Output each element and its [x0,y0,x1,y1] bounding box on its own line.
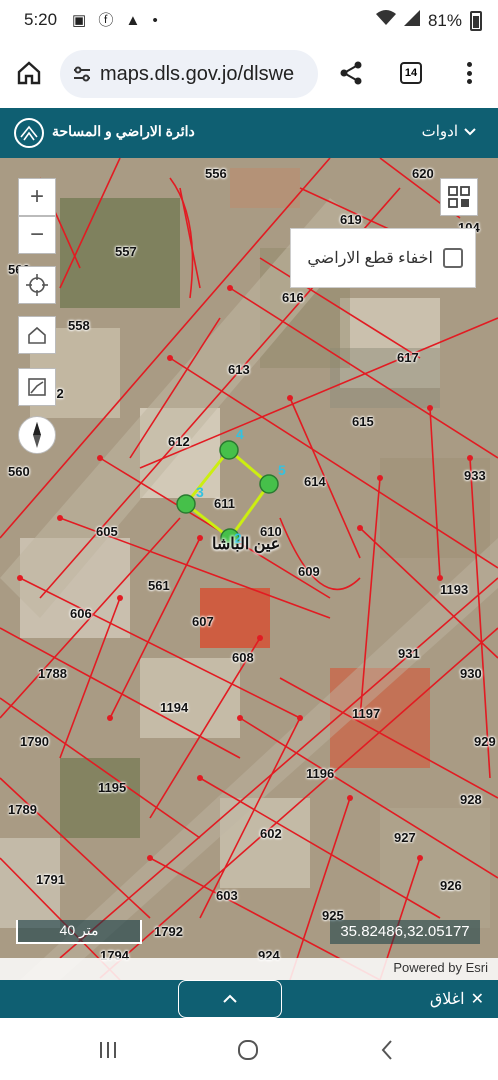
zoom-in-button[interactable]: + [18,178,56,216]
system-nav-bar [0,1018,498,1080]
parcel-number-label: 609 [298,564,320,579]
parcel-number-label: 613 [228,362,250,377]
wifi-icon [375,10,396,31]
bottom-panel-bar: اغلاق ✕ [0,980,498,1018]
overflow-menu-icon[interactable] [462,60,476,86]
parcel-number-label: 617 [397,350,419,365]
measure-icon [28,378,46,396]
parcel-number-label: 614 [304,474,326,489]
parcel-number-label: 927 [394,830,416,845]
notification-icons: ▣ ⓕ ▲ • [72,12,162,29]
parcel-number-label: 557 [115,244,137,259]
parcel-number-label: 602 [260,826,282,841]
home-nav-icon[interactable] [236,1038,260,1062]
parcel-number-label: 612 [168,434,190,449]
parcel-number-label: 1791 [36,872,65,887]
tools-menu-button[interactable]: ادوات [422,122,476,140]
qr-code-icon [448,186,470,208]
parcel-number-label: 619 [340,212,362,227]
parcel-number-label: 616 [282,290,304,305]
parcel-number-label: 1193 [440,582,469,597]
parcel-number-label: 558 [68,318,90,333]
map-view[interactable]: 5566205575666195586166176136156126146116… [0,158,498,980]
parcel-number-label: 606 [70,606,92,621]
parcel-number-label: 561 [148,578,170,593]
url-text: maps.dls.gov.jo/dlswe [100,62,295,85]
esri-attribution: Powered by Esri [393,960,488,975]
parcel-number-label: 926 [440,878,462,893]
status-bar: 5:20 ▣ ⓕ ▲ • 81% [0,0,498,40]
parcel-number-label: 1789 [8,802,37,817]
close-icon: ✕ [470,991,484,1008]
dls-logo-icon [14,118,44,148]
home-extent-button[interactable] [18,316,56,354]
scale-bar: 40 متر [16,920,142,944]
parcel-number-label: 1196 [306,766,335,781]
parcel-number-label: 607 [192,614,214,629]
home-icon[interactable] [16,60,42,86]
signal-icon [403,10,420,31]
tools-label: ادوات [421,123,458,140]
parcel-number-label: 1790 [20,734,49,749]
chevron-down-icon [464,123,476,140]
parcel-number-label: 615 [352,414,374,429]
home-extent-icon [28,326,46,344]
site-title: دائرة الاراضي و المساحة [52,123,195,139]
browser-toolbar: maps.dls.gov.jo/dlswe 14 [0,40,498,108]
zoom-out-button[interactable]: − [18,216,56,254]
parcel-number-label: 556 [205,166,227,181]
battery-icon [470,10,482,31]
parcel-number-label: 928 [460,792,482,807]
compass-icon [33,422,41,448]
parcel-number-label: 933 [464,468,486,483]
screen: 5:20 ▣ ⓕ ▲ • 81% maps.dls.gov.jo/dlswe 1 [0,0,498,1080]
address-bar[interactable]: maps.dls.gov.jo/dlswe [60,50,318,98]
expand-panel-button[interactable] [178,980,282,1018]
parcel-number-label: 1788 [38,666,67,681]
tab-count[interactable]: 14 [400,62,422,84]
share-icon[interactable] [338,60,364,86]
vertex-number-label: 4 [236,426,244,442]
parcel-number-label: 1195 [98,780,127,795]
status-right: 81% [375,10,482,31]
vertex-number-label: 3 [196,484,204,500]
parcel-number-label: 611 [214,496,235,511]
parcel-number-label: 605 [96,524,118,539]
hide-parcels-label: اخفاء قطع الاراضي [307,250,433,267]
back-icon[interactable] [376,1038,400,1062]
recents-icon[interactable] [96,1038,120,1062]
close-label: اغلاق [429,991,465,1008]
parcel-number-label: 1194 [160,700,189,715]
coordinates-readout: 35.82486,32.05177 [330,920,480,944]
parcel-number-label: 560 [8,464,30,479]
qr-code-button[interactable] [440,178,478,216]
hide-parcels-checkbox[interactable] [443,248,463,268]
parcel-number-label: 603 [216,888,238,903]
compass-button[interactable] [18,416,56,454]
close-panel-button[interactable]: اغلاق ✕ [430,989,484,1009]
parcel-number-label: 620 [412,166,434,181]
site-settings-icon[interactable] [72,64,92,84]
parcel-number-label: 931 [398,646,420,661]
status-time: 5:20 [24,10,58,29]
parcel-number-label: 930 [460,666,482,681]
place-label: عين الباشا [212,536,281,553]
locate-icon [26,274,48,296]
locate-button[interactable] [18,266,56,304]
vertex-number-label: 5 [278,462,286,478]
chevron-up-icon [223,994,237,1003]
parcel-number-label: 1197 [352,706,381,721]
parcel-number-label: 1792 [154,924,183,939]
site-header: دائرة الاراضي و المساحة ادوات [0,108,498,158]
parcel-number-label: 929 [474,734,496,749]
parcel-number-label: 608 [232,650,254,665]
hide-parcels-toggle[interactable]: اخفاء قطع الاراضي [290,228,476,288]
battery-percent: 81% [427,10,462,30]
measure-button[interactable] [18,368,56,406]
